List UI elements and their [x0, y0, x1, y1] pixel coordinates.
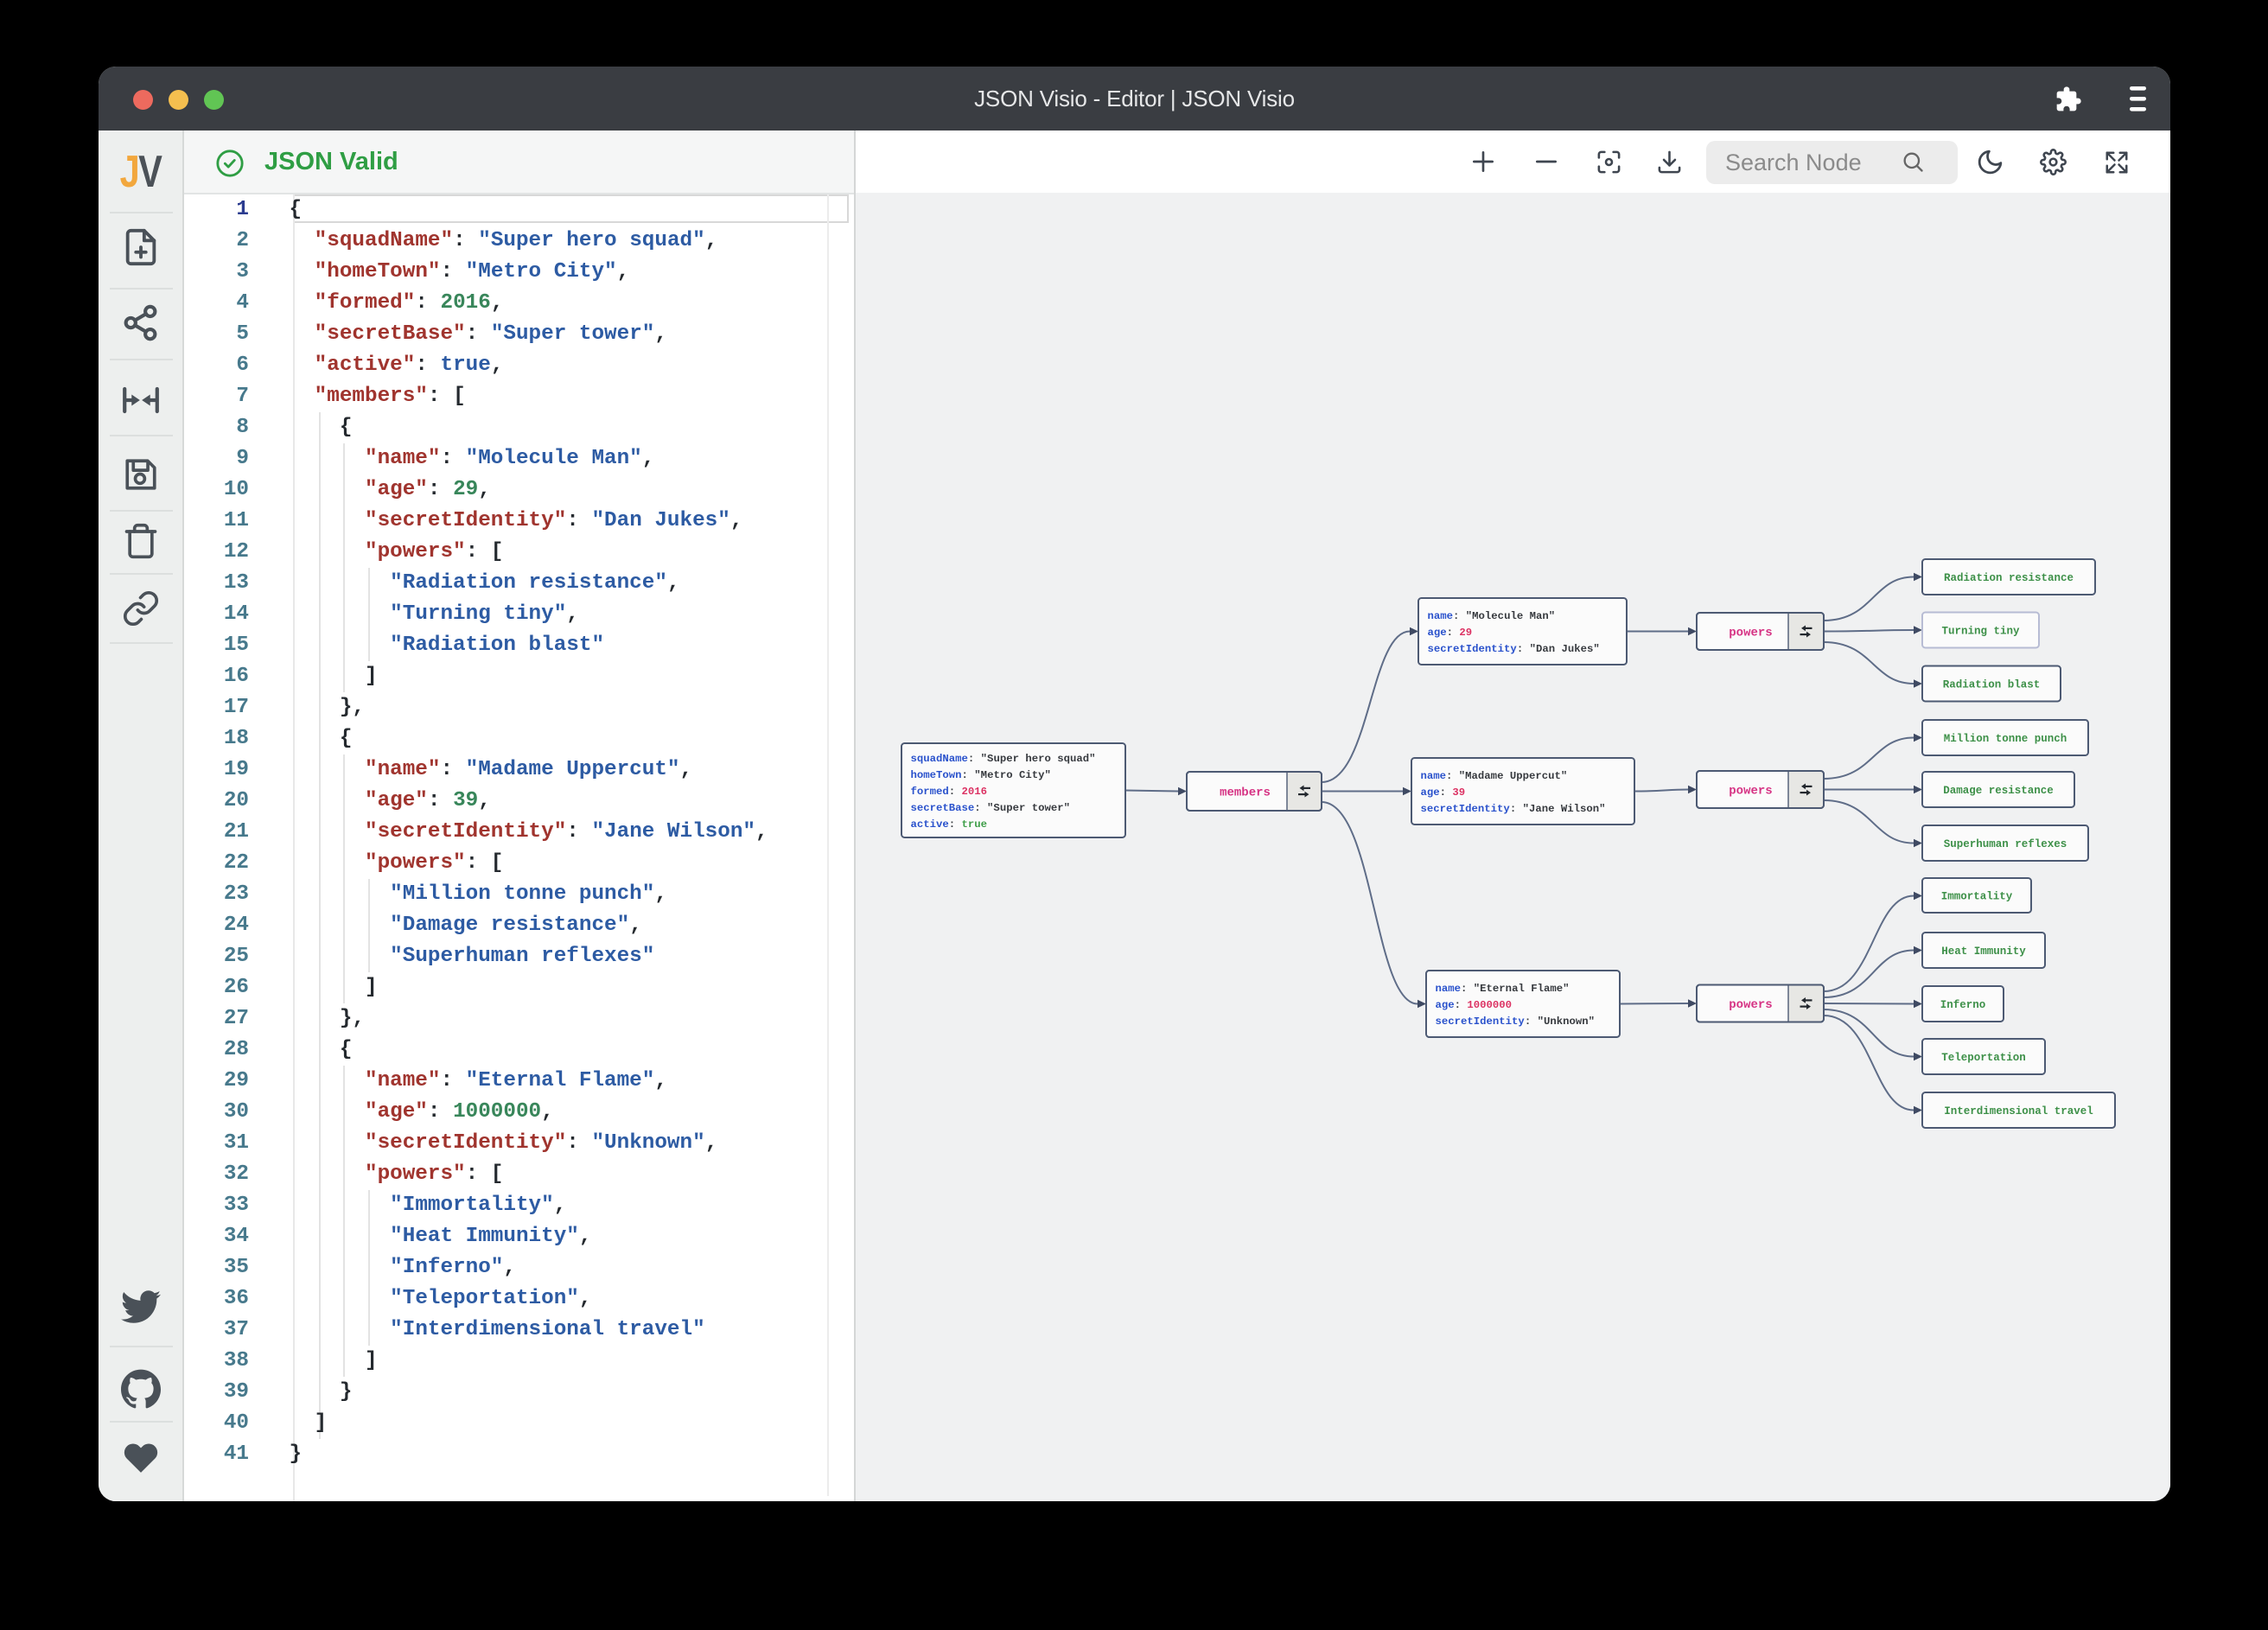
svg-text:squadName: "Super hero squad": squadName: "Super hero squad": [911, 753, 1096, 765]
svg-text:name: "Eternal Flame": name: "Eternal Flame": [1436, 983, 1570, 995]
svg-text:age: 1000000: age: 1000000: [1436, 999, 1513, 1011]
svg-text:powers: powers: [1729, 627, 1772, 640]
svg-text:Radiation resistance: Radiation resistance: [1944, 572, 2074, 584]
svg-text:Million tonne punch: Million tonne punch: [1944, 733, 2067, 745]
svg-text:secretIdentity: "Jane Wilson": secretIdentity: "Jane Wilson": [1421, 803, 1606, 815]
svg-text:powers: powers: [1729, 998, 1772, 1012]
svg-text:age: 39: age: 39: [1421, 786, 1466, 799]
svg-text:name: "Molecule Man": name: "Molecule Man": [1428, 610, 1556, 622]
svg-text:name: "Madame Uppercut": name: "Madame Uppercut": [1421, 770, 1568, 782]
svg-text:Damage resistance: Damage resistance: [1943, 785, 2054, 797]
svg-text:Radiation blast: Radiation blast: [1943, 679, 2041, 691]
svg-text:powers: powers: [1729, 785, 1772, 799]
svg-text:Superhuman reflexes: Superhuman reflexes: [1944, 838, 2067, 850]
svg-text:Inferno: Inferno: [1940, 999, 1986, 1011]
svg-text:secretIdentity: "Unknown": secretIdentity: "Unknown": [1436, 1016, 1596, 1028]
svg-text:Interdimensional travel: Interdimensional travel: [1944, 1105, 2093, 1117]
svg-text:Turning tiny: Turning tiny: [1941, 626, 2020, 638]
svg-text:formed: 2016: formed: 2016: [911, 786, 988, 798]
svg-text:Teleportation: Teleportation: [1941, 1052, 2026, 1064]
svg-text:Immortality: Immortality: [1941, 891, 2013, 903]
svg-text:members: members: [1220, 786, 1271, 800]
svg-text:secretIdentity: "Dan Jukes": secretIdentity: "Dan Jukes": [1428, 643, 1600, 655]
svg-text:secretBase: "Super tower": secretBase: "Super tower": [911, 802, 1071, 814]
svg-text:active: true: active: true: [911, 818, 988, 831]
svg-text:age: 29: age: 29: [1428, 627, 1473, 639]
svg-text:homeTown: "Metro City": homeTown: "Metro City": [911, 769, 1051, 781]
svg-text:Heat Immunity: Heat Immunity: [1941, 946, 2026, 958]
